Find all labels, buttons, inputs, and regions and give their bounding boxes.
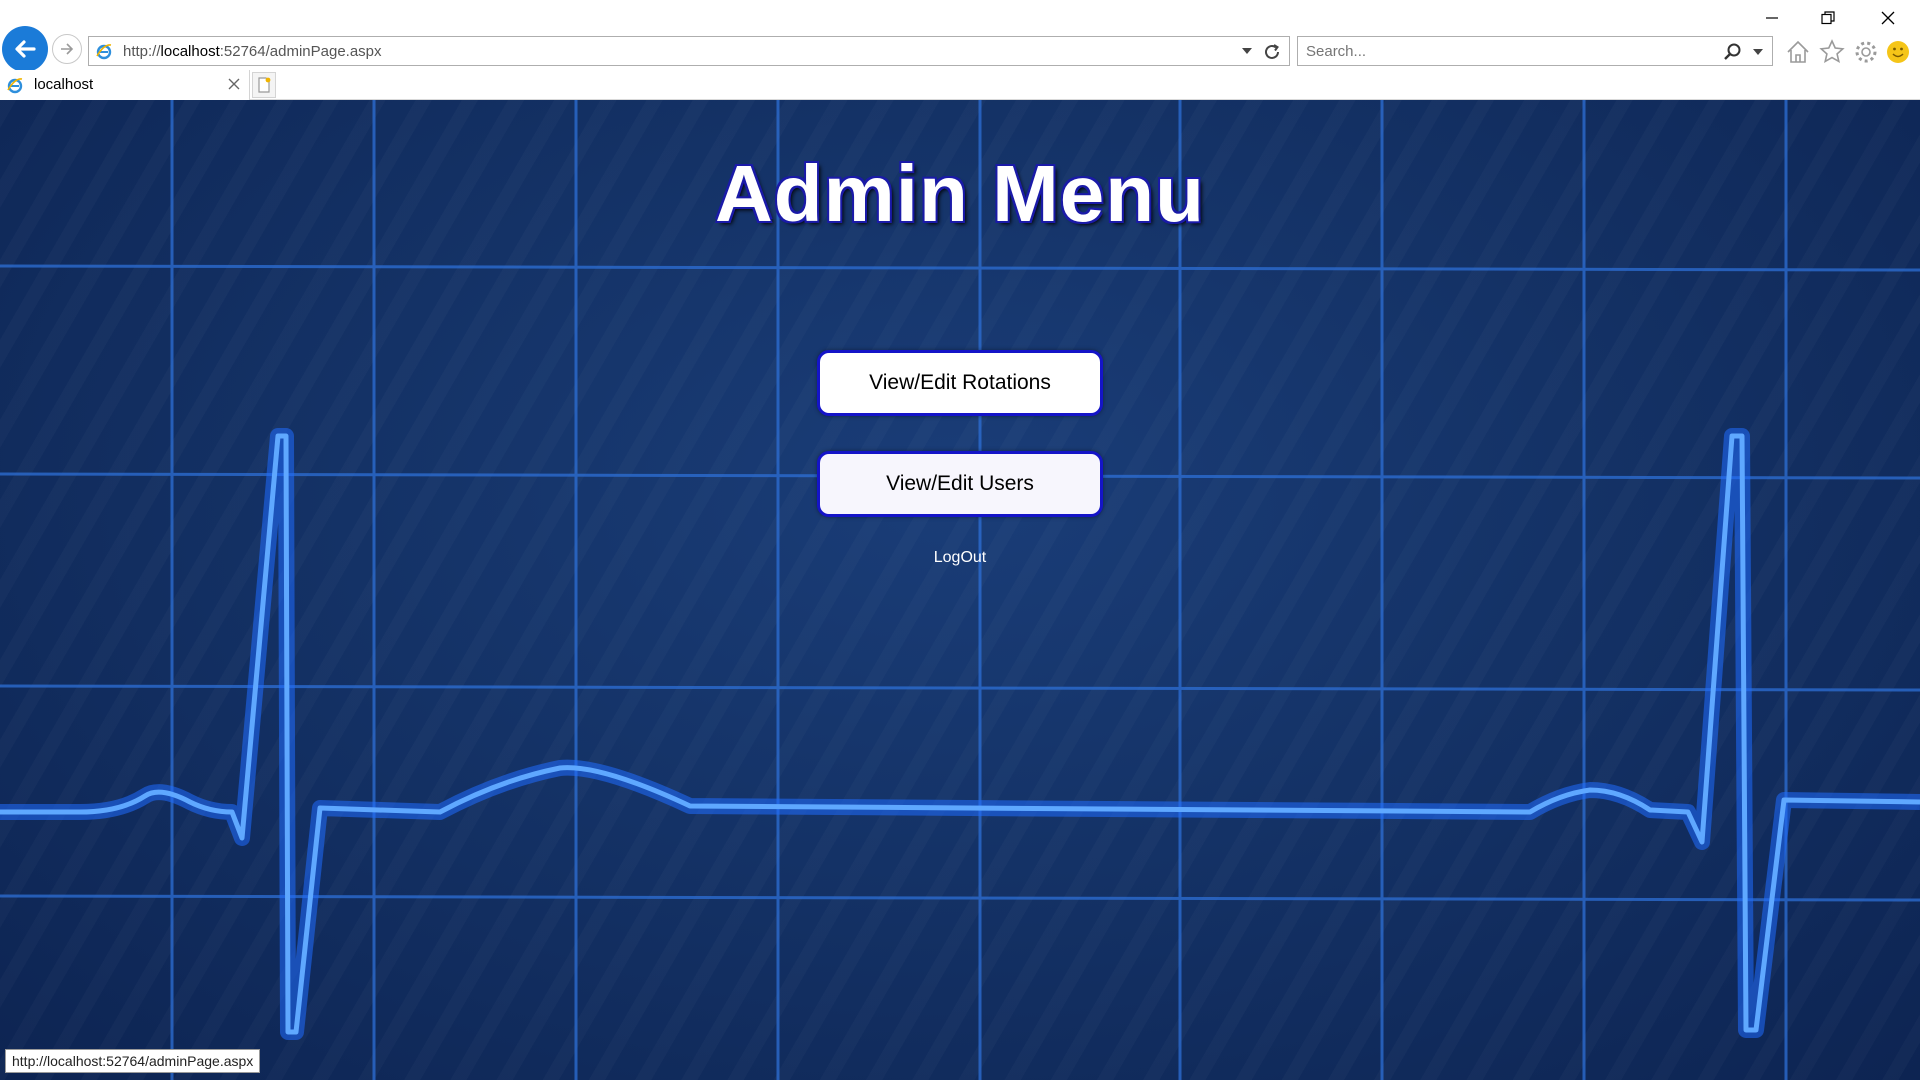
view-edit-rotations-button[interactable]: View/Edit Rotations [817, 350, 1103, 416]
feedback-smiley-icon[interactable] [1884, 38, 1912, 66]
tab-title: localhost [34, 76, 94, 93]
restore-button[interactable] [1808, 6, 1848, 30]
refresh-icon[interactable] [1261, 41, 1283, 63]
tab-strip: localhost [0, 70, 1920, 100]
forward-arrow-icon [61, 43, 74, 55]
search-dropdown-icon[interactable] [1752, 46, 1764, 58]
page-title: Admin Menu [715, 149, 1205, 238]
address-bar[interactable]: http://localhost:52764/adminPage.aspx [88, 36, 1290, 66]
search-icon[interactable] [1722, 42, 1742, 62]
new-tab-icon [258, 77, 271, 93]
minimize-icon [1766, 17, 1778, 19]
home-icon[interactable] [1784, 38, 1812, 66]
logout-container: LogOut [0, 549, 1920, 567]
address-url: http://localhost:52764/adminPage.aspx [123, 43, 382, 60]
ie-tab-icon [7, 78, 23, 94]
restore-icon [1821, 11, 1835, 25]
view-edit-users-button[interactable]: View/Edit Users [817, 451, 1103, 517]
settings-gear-icon[interactable] [1852, 38, 1880, 66]
logout-link[interactable]: LogOut [934, 549, 986, 566]
search-input[interactable] [1306, 41, 1706, 61]
browser-toolbar: http://localhost:52764/adminPage.aspx [0, 0, 1920, 72]
close-icon [1881, 11, 1895, 25]
forward-button[interactable] [52, 34, 82, 64]
close-window-button[interactable] [1868, 6, 1908, 30]
tab-localhost[interactable]: localhost [0, 70, 250, 100]
favorites-star-icon[interactable] [1818, 38, 1846, 66]
ie-page-icon [96, 44, 112, 60]
tab-close-icon[interactable] [227, 77, 241, 91]
search-bar[interactable] [1297, 36, 1773, 66]
back-button[interactable] [2, 26, 48, 72]
back-arrow-icon [15, 40, 36, 58]
heartbeat-background-graphic [0, 100, 1920, 1080]
new-tab-button[interactable] [252, 72, 276, 98]
minimize-button[interactable] [1752, 6, 1792, 30]
status-bar-url-tooltip: http://localhost:52764/adminPage.aspx [5, 1049, 261, 1073]
address-dropdown-icon[interactable] [1241, 45, 1253, 57]
admin-page: Admin Menu View/Edit Rotations View/Edit… [0, 100, 1920, 1080]
